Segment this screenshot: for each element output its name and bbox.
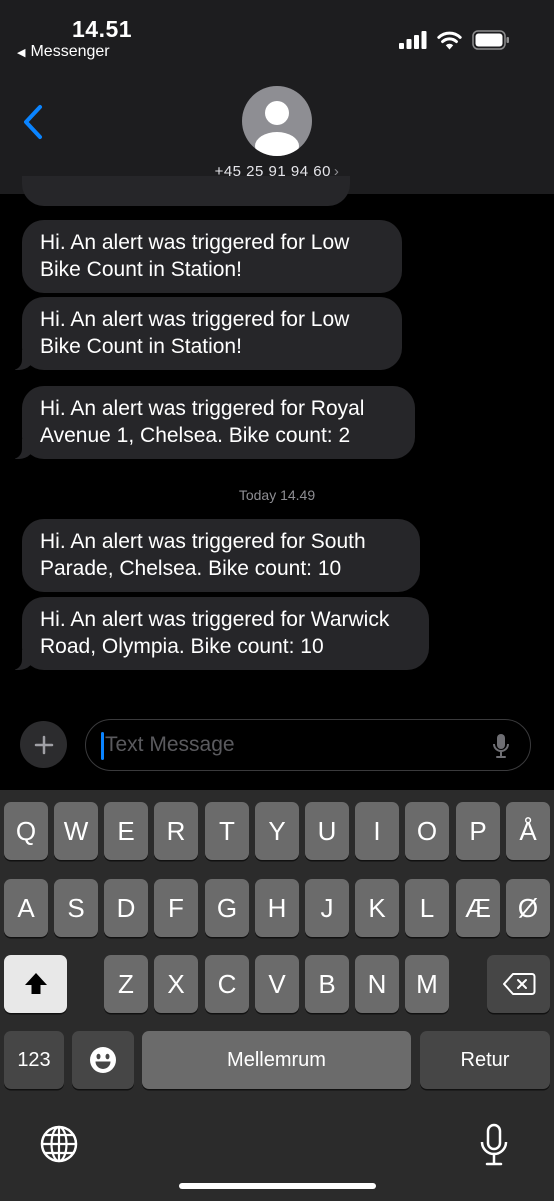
key-o-slash[interactable]: Ø — [506, 879, 550, 937]
emoji-face-icon — [90, 1047, 116, 1073]
key-k[interactable]: K — [355, 879, 399, 937]
key-q[interactable]: Q — [4, 802, 48, 860]
emoji-key[interactable] — [72, 1031, 134, 1089]
conversation-header: 14.51 ◀ Messenger +45 25 91 94 60 › — [0, 0, 554, 194]
back-to-app[interactable]: ◀ Messenger — [17, 43, 110, 61]
message-input[interactable]: Text Message — [85, 719, 531, 771]
keyboard-dictation-icon[interactable] — [479, 1123, 509, 1167]
key-c[interactable]: C — [205, 955, 249, 1013]
status-icons — [399, 30, 510, 50]
key-s[interactable]: S — [54, 879, 98, 937]
key-p[interactable]: P — [456, 802, 500, 860]
wifi-icon — [437, 31, 462, 49]
plus-icon — [34, 735, 53, 754]
message-text: Hi. An alert was triggered for Warwick R… — [40, 608, 390, 658]
key-l[interactable]: L — [405, 879, 449, 937]
message-bubble[interactable]: Hi. An alert was triggered for South Par… — [22, 519, 420, 592]
key-i[interactable]: I — [355, 802, 399, 860]
message-bubble[interactable]: Hi. An alert was triggered for Royal Ave… — [6, 386, 415, 459]
key-d[interactable]: D — [104, 879, 148, 937]
message-bubble[interactable]: Hi. An alert was triggered for Warwick R… — [6, 597, 429, 670]
key-u[interactable]: U — [305, 802, 349, 860]
backspace-icon — [502, 973, 535, 995]
keyboard: Q W E R T Y U I O P Å A S D F G H J K L … — [0, 790, 554, 1201]
globe-icon[interactable] — [39, 1124, 79, 1164]
key-a-ring[interactable]: Å — [506, 802, 550, 860]
home-indicator[interactable] — [179, 1183, 376, 1189]
shift-key[interactable] — [4, 955, 67, 1013]
key-r[interactable]: R — [154, 802, 198, 860]
partial-message-bubble — [22, 176, 350, 206]
space-key[interactable]: Mellemrum — [142, 1031, 411, 1089]
message-timestamp: Today 14.49 — [238, 487, 316, 503]
key-z[interactable]: Z — [104, 955, 148, 1013]
person-silhouette-icon — [255, 101, 299, 156]
key-m[interactable]: M — [405, 955, 449, 1013]
battery-icon — [472, 30, 509, 50]
back-chevron-icon[interactable] — [20, 102, 50, 142]
status-time: 14.51 — [72, 16, 133, 42]
key-o[interactable]: O — [405, 802, 449, 860]
key-b[interactable]: B — [305, 955, 349, 1013]
numbers-key[interactable]: 123 — [4, 1031, 64, 1089]
key-y[interactable]: Y — [255, 802, 299, 860]
message-bubble[interactable]: Hi. An alert was triggered for Low Bike … — [6, 297, 402, 370]
text-caret — [101, 732, 104, 760]
cellular-signal-icon — [399, 31, 427, 49]
message-text: Hi. An alert was triggered for Low Bike … — [40, 231, 350, 281]
key-h[interactable]: H — [255, 879, 299, 937]
back-app-label: Messenger — [30, 43, 110, 60]
message-bubble[interactable]: Hi. An alert was triggered for Low Bike … — [22, 220, 402, 293]
key-t[interactable]: T — [205, 802, 249, 860]
shift-arrow-icon — [24, 973, 47, 994]
key-w[interactable]: W — [54, 802, 98, 860]
key-ae[interactable]: Æ — [456, 879, 500, 937]
key-a[interactable]: A — [4, 879, 48, 937]
key-e[interactable]: E — [104, 802, 148, 860]
key-f[interactable]: F — [154, 879, 198, 937]
key-x[interactable]: X — [154, 955, 198, 1013]
message-text: Hi. An alert was triggered for Low Bike … — [40, 308, 350, 358]
message-text: Hi. An alert was triggered for Royal Ave… — [40, 397, 365, 447]
return-key[interactable]: Retur — [420, 1031, 550, 1089]
contact-avatar[interactable] — [242, 86, 312, 156]
dictation-mic-icon[interactable] — [492, 733, 510, 759]
back-triangle-icon: ◀ — [17, 46, 26, 59]
key-j[interactable]: J — [305, 879, 349, 937]
key-g[interactable]: G — [205, 879, 249, 937]
apps-plus-button[interactable] — [20, 721, 67, 768]
key-n[interactable]: N — [355, 955, 399, 1013]
message-text: Hi. An alert was triggered for South Par… — [40, 530, 366, 580]
key-v[interactable]: V — [255, 955, 299, 1013]
delete-key[interactable] — [487, 955, 550, 1013]
message-input-placeholder: Text Message — [105, 733, 235, 756]
